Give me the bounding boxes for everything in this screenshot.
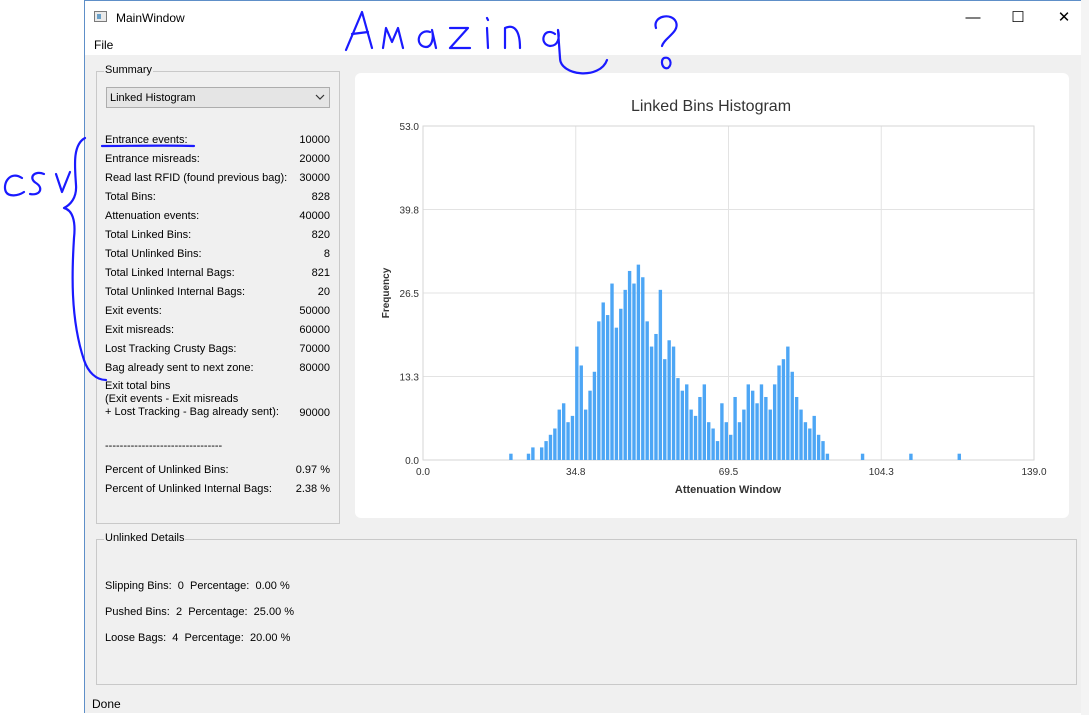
ink-amazing [344,10,609,75]
handwritten-annotation [3,10,678,382]
ink-csv [3,170,72,197]
ink-brace [62,136,108,382]
ink-question-mark [654,15,678,70]
